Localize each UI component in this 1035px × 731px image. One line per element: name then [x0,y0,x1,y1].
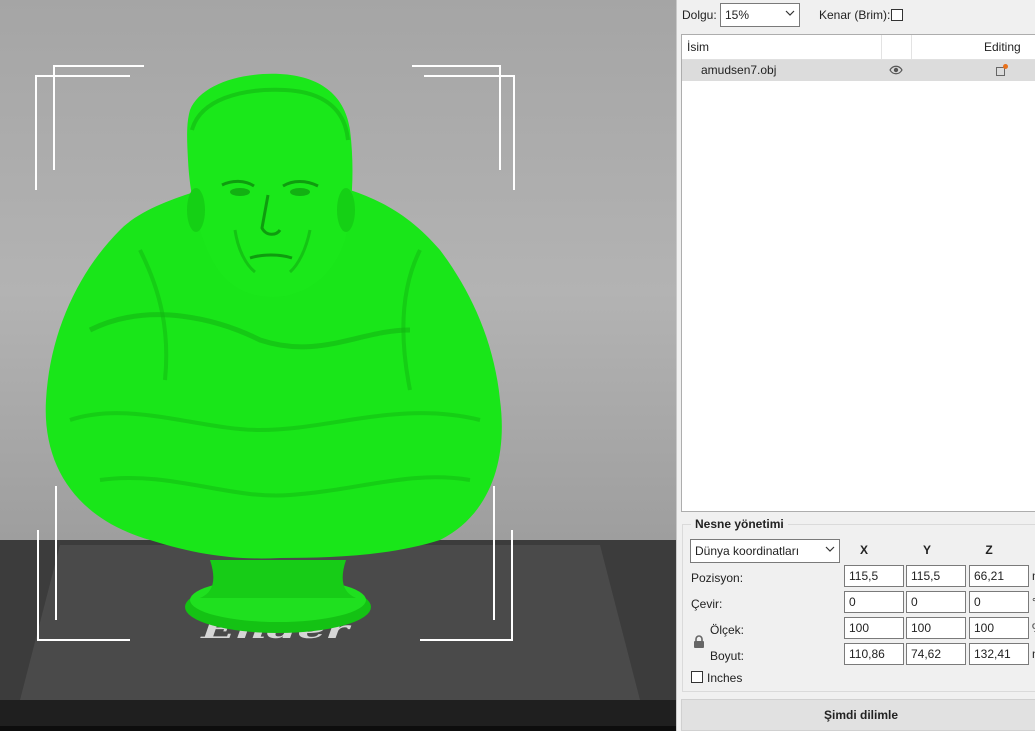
eye-icon[interactable] [889,65,903,75]
side-panel: Dolgu: 15% Kenar (Brim): İsim Editing am… [676,0,1035,731]
chevron-down-icon [785,10,795,16]
inches-checkbox[interactable] [691,671,703,683]
scale-x-input[interactable]: 100 [844,617,904,639]
scene-canvas: Ender [0,65,676,731]
infill-value: 15% [725,8,750,22]
object-manipulation-panel: Nesne yönetimi Dünya koordinatları X Y Z… [682,517,1035,692]
size-x-input[interactable]: 110,86 [844,643,904,665]
slice-now-button[interactable]: Şimdi dilimle [681,699,1035,731]
lock-icon[interactable] [693,635,705,649]
column-editing-header[interactable]: Editing [984,40,1021,54]
object-name: amudsen7.obj [701,63,777,77]
position-y-input[interactable]: 115,5 [906,565,966,587]
position-z-input[interactable]: 66,21 [969,565,1029,587]
coordinate-system-select[interactable]: Dünya koordinatları [690,539,840,563]
rotation-y-input[interactable]: 0 [906,591,966,613]
size-y-input[interactable]: 74,62 [906,643,966,665]
position-label: Pozisyon: [691,571,744,585]
axis-y-header: Y [922,543,931,557]
size-z-input[interactable]: 132,41 [969,643,1029,665]
inches-label: Inches [707,671,743,685]
rotation-x-input[interactable]: 0 [844,591,904,613]
size-label: Boyut: [710,649,745,663]
axis-z-header: Z [985,543,993,557]
position-x-input[interactable]: 115,5 [844,565,904,587]
scale-z-input[interactable]: 100 [969,617,1029,639]
object-row[interactable]: amudsen7.obj [682,60,1035,81]
object-manipulation-title: Nesne yönetimi [691,517,788,531]
scale-y-input[interactable]: 100 [906,617,966,639]
3d-viewport[interactable]: Ender [0,0,676,731]
object-list[interactable]: İsim Editing amudsen7.obj [681,34,1035,512]
infill-label: Dolgu: [682,8,717,22]
chevron-down-icon [825,546,835,552]
rotation-z-input[interactable]: 0 [969,591,1029,613]
infill-select[interactable]: 15% [720,3,800,27]
brim-label: Kenar (Brim): [819,8,891,22]
scale-label: Ölçek: [710,623,745,637]
coordinate-system-value: Dünya koordinatları [695,544,800,558]
object-list-header: İsim Editing [682,35,1035,60]
column-name-header[interactable]: İsim [687,40,709,54]
brim-checkbox[interactable] [891,9,903,21]
rotation-label: Çevir: [691,597,723,611]
axis-x-header: X [859,543,868,557]
edit-settings-icon[interactable] [995,63,1009,77]
